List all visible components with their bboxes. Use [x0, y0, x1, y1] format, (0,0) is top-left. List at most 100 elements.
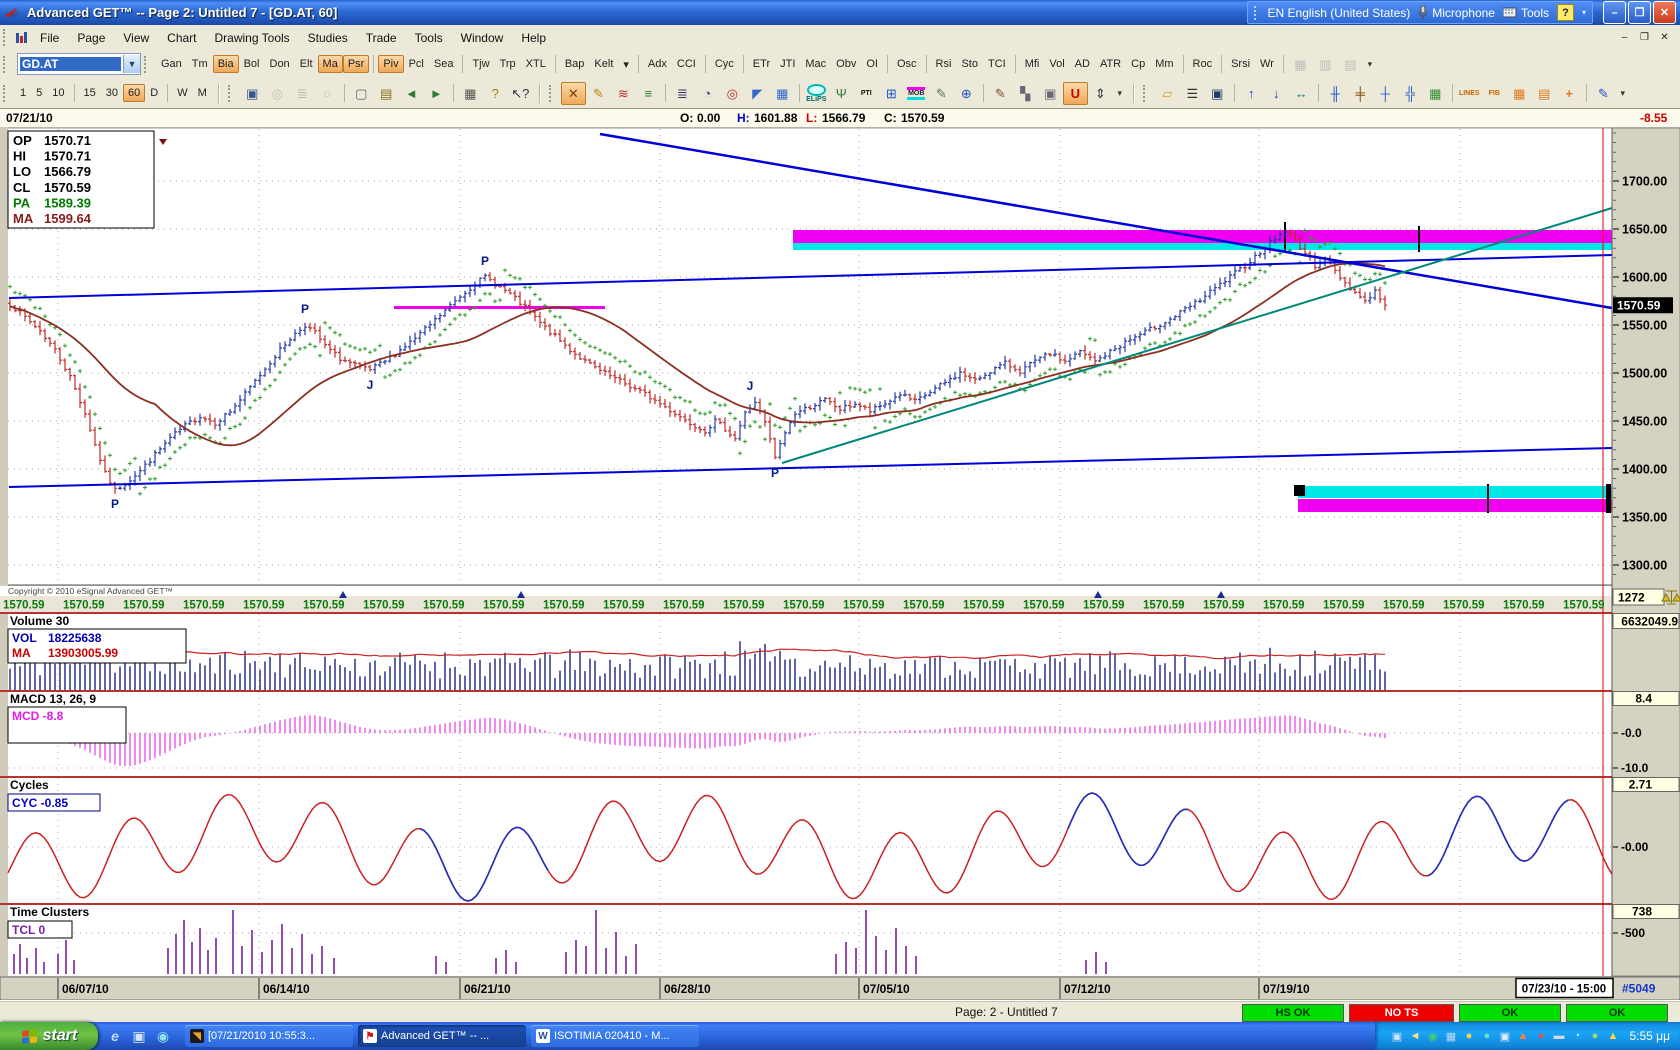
study-button-ma[interactable]: Ma [318, 55, 343, 73]
align-icon[interactable]: ⇕ [1088, 82, 1113, 105]
regression-icon[interactable]: ≣ [670, 82, 695, 105]
pencil-tool-icon[interactable]: ✎ [586, 82, 611, 105]
menu-item-help[interactable]: Help [512, 28, 555, 48]
monitor-icon[interactable]: ▣ [1205, 82, 1230, 105]
print-icon[interactable]: ▦ [458, 82, 483, 105]
timeframe-button-1[interactable]: 1 [15, 84, 31, 102]
scroll-down-icon[interactable]: ↓ [1264, 82, 1289, 105]
language-tools-button[interactable]: Tools [1503, 6, 1549, 20]
magnet-u-icon[interactable]: U [1063, 82, 1088, 105]
combo-dropdown-icon[interactable]: ▼ [123, 55, 140, 73]
chart-layout-icon[interactable]: ╬ [1398, 82, 1423, 105]
microphone-button[interactable]: Microphone [1418, 6, 1495, 20]
grid-green-icon[interactable]: ▦ [1423, 82, 1448, 105]
tray-clock-sync-icon[interactable]: ◔ [1569, 1029, 1584, 1044]
tray-clock[interactable]: 5:55 μμ [1629, 1029, 1670, 1043]
ellipse-tool-icon[interactable]: ELiPS [804, 82, 829, 105]
mob-icon[interactable]: MOB [904, 82, 929, 105]
menu-item-trade[interactable]: Trade [357, 28, 406, 48]
maximize-button[interactable]: ❐ [1628, 1, 1651, 24]
time-cycle-icon[interactable]: ◔ [695, 82, 720, 105]
study-button-cp[interactable]: Cp [1126, 55, 1150, 73]
timeframe-button-d[interactable]: D [145, 84, 163, 102]
tray-lang-icon[interactable]: ▣ [1389, 1029, 1404, 1044]
tray-update-icon[interactable]: ● [1461, 1029, 1476, 1044]
chart-style-line-icon[interactable]: ┼ [1373, 82, 1398, 105]
study-button-piv[interactable]: Piv [378, 55, 403, 73]
task-button-1[interactable]: ◥[07/21/2010 10:55:3... [185, 1025, 353, 1047]
gann-fan-icon[interactable]: ◤ [745, 82, 770, 105]
chart-style-bars-icon[interactable]: ╫ [1323, 82, 1348, 105]
study-button-bia[interactable]: Bia [213, 55, 239, 73]
expand-horizontal-icon[interactable]: ↔ [1289, 82, 1314, 105]
help-icon[interactable]: ? [483, 82, 508, 105]
close-button[interactable]: ✕ [1653, 1, 1676, 24]
pitchfork-icon[interactable]: Ψ [829, 82, 854, 105]
menu-item-view[interactable]: View [114, 28, 158, 48]
media-player-icon[interactable]: ◉ [154, 1027, 172, 1045]
menu-item-file[interactable]: File [31, 28, 68, 48]
cycles-plot-background[interactable] [8, 778, 1612, 903]
chart-window-icon[interactable] [15, 31, 29, 45]
tray-antivirus-icon[interactable]: ◉ [1425, 1029, 1440, 1044]
study-button-etr[interactable]: ETr [748, 55, 775, 73]
mdi-close-button[interactable]: ✕ [1657, 31, 1672, 45]
chart-type-2-icon[interactable]: ▥ [1313, 53, 1338, 76]
toolbar-grip[interactable] [1143, 85, 1150, 102]
symbol-combobox[interactable]: GD.AT ▼ [17, 53, 141, 75]
language-help-button[interactable]: ? [1557, 4, 1574, 21]
fib-button-icon[interactable]: FIB [1482, 82, 1507, 105]
study-button-osc[interactable]: Osc [892, 55, 922, 73]
study-button-kelt[interactable]: Kelt [589, 55, 618, 73]
study-button-trp[interactable]: Trp [495, 55, 521, 73]
timeframe-button-m[interactable]: M [193, 84, 212, 102]
zoom-in-icon[interactable]: ⊕ [954, 82, 979, 105]
study-button-cyc[interactable]: Cyc [710, 55, 739, 73]
start-button[interactable]: start [0, 1022, 98, 1050]
grid-orange-icon[interactable]: ▦ [1507, 82, 1532, 105]
study-button-bap[interactable]: Bap [560, 55, 590, 73]
timeframe-button-w[interactable]: W [172, 84, 192, 102]
study-button-ad[interactable]: AD [1070, 55, 1095, 73]
make-or-break-grid-icon[interactable]: ⊞ [879, 82, 904, 105]
study-button-pcl[interactable]: Pcl [404, 55, 429, 73]
shape-tool-icon[interactable]: ○ [315, 82, 340, 105]
study-button-sto[interactable]: Sto [956, 55, 983, 73]
more-tools-arrow-icon[interactable]: ▾ [1113, 82, 1127, 105]
tray-display-icon[interactable]: ▣ [1497, 1029, 1512, 1044]
chart-type-1-icon[interactable]: ▦ [1288, 53, 1313, 76]
tray-esignal-icon[interactable]: ▲ [1515, 1029, 1530, 1044]
timeframe-button-30[interactable]: 30 [101, 84, 123, 102]
language-bar-grip[interactable] [1254, 6, 1260, 20]
open-folder-icon[interactable]: ▤ [374, 82, 399, 105]
price-plot-background[interactable] [8, 128, 1612, 585]
study-button-vol[interactable]: Vol [1044, 55, 1069, 73]
lines-button-icon[interactable]: LINES [1457, 82, 1482, 105]
layout-folder-icon[interactable]: ▱ [1155, 82, 1180, 105]
study-button-cci[interactable]: CCI [672, 55, 701, 73]
tray-alert-icon[interactable]: ▲ [1605, 1029, 1620, 1044]
study-button-gan[interactable]: Gan [156, 55, 187, 73]
clusters-plot-background[interactable] [8, 905, 1612, 976]
timeframe-button-5[interactable]: 5 [31, 84, 47, 102]
study-button-atr[interactable]: ATR [1095, 55, 1126, 73]
study-button-roc[interactable]: Roc [1188, 55, 1218, 73]
study-button-obv[interactable]: Obv [831, 55, 861, 73]
toolbar2-grip[interactable] [3, 85, 10, 102]
minimize-button[interactable]: – [1603, 1, 1626, 24]
support-lines-icon[interactable]: ≡ [636, 82, 661, 105]
menu-bar-grip[interactable] [3, 29, 10, 46]
grid-orange-2-icon[interactable]: ▤ [1532, 82, 1557, 105]
forward-arrow-icon[interactable]: ► [424, 82, 449, 105]
study-button-tci[interactable]: TCI [983, 55, 1011, 73]
study-button-tm[interactable]: Tm [187, 55, 213, 73]
study-button-srsi[interactable]: Srsi [1226, 55, 1255, 73]
study-button-adx[interactable]: Adx [643, 55, 672, 73]
menu-item-window[interactable]: Window [452, 28, 513, 48]
study-button-▾[interactable]: ▾ [618, 55, 634, 74]
new-page-icon[interactable]: ▢ [349, 82, 374, 105]
timeframe-button-15[interactable]: 15 [79, 84, 101, 102]
study-button-tjw[interactable]: Tjw [467, 55, 494, 73]
menu-item-studies[interactable]: Studies [299, 28, 357, 48]
chart-edit-icon[interactable]: ✎ [1591, 82, 1616, 105]
